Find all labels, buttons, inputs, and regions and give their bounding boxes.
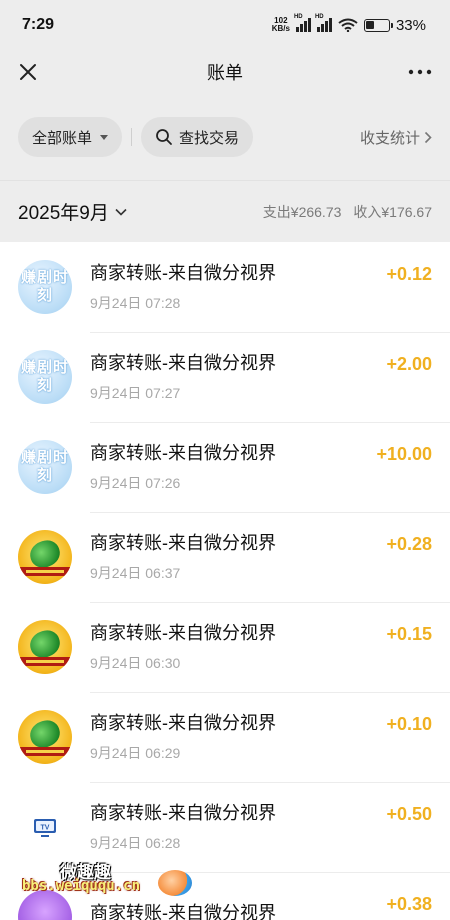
merchant-avatar: 赚剧时刻 <box>18 440 72 494</box>
transaction-time: 9月24日 07:26 <box>90 474 181 491</box>
chevron-right-icon <box>424 131 432 143</box>
svg-text:TV: TV <box>41 825 50 832</box>
search-icon <box>156 129 172 145</box>
transaction-row[interactable]: 赚剧时刻 商家转账-来自微分视界 9月24日 07:26 +10.00 <box>0 422 450 512</box>
merchant-avatar <box>18 530 72 584</box>
month-summary: 支出¥266.73 收入¥176.67 <box>263 202 432 222</box>
transaction-title: 商家转账-来自微分视界 <box>90 622 276 643</box>
page-title: 账单 <box>207 63 243 83</box>
merchant-avatar: 赚剧时刻 <box>18 350 72 404</box>
merchant-avatar-text: 赚剧时刻 <box>20 359 69 394</box>
nav-bar: 账单 <box>0 50 450 94</box>
all-bills-dropdown[interactable]: 全部账单 <box>18 117 123 157</box>
all-bills-label: 全部账单 <box>32 129 93 147</box>
signal-icon: HD <box>294 14 311 32</box>
transaction-amount: +0.28 <box>386 534 432 554</box>
banner-decoration <box>18 747 72 756</box>
transaction-title: 商家转账-来自微分视界 <box>90 262 276 283</box>
merchant-avatar-text: 赚剧时刻 <box>20 449 69 484</box>
banner-decoration <box>18 657 72 666</box>
transaction-time: 9月24日 06:29 <box>90 744 181 761</box>
close-button[interactable] <box>14 58 42 86</box>
search-label: 查找交易 <box>179 129 240 147</box>
month-selector[interactable]: 2025年9月 <box>18 198 127 225</box>
wifi-icon <box>338 18 358 32</box>
signal-icon: HD <box>315 14 332 32</box>
gem-icon <box>26 627 64 661</box>
merchant-avatar <box>18 620 72 674</box>
transaction-time: 9月24日 06:28 <box>90 834 181 851</box>
transaction-title: 商家转账-来自微分视界 <box>90 442 276 463</box>
transaction-time: 9月24日 07:28 <box>90 294 181 311</box>
transaction-info: 商家转账-来自微分视界 9月24日 07:26 <box>90 442 376 493</box>
transaction-row[interactable]: 商家转账-来自微分视界 9月24日 06:30 +0.15 <box>0 602 450 692</box>
month-label: 2025年9月 <box>18 203 109 224</box>
network-speed-unit: KB/s <box>271 24 290 33</box>
tv-icon: TV <box>18 800 72 854</box>
transaction-info: 商家转账-来自微分视界 <box>90 902 386 920</box>
network-speed: 102 KB/s <box>272 17 290 33</box>
transaction-title: 商家转账-来自微分视界 <box>90 532 276 553</box>
transaction-info: 商家转账-来自微分视界 9月24日 06:28 <box>90 802 386 853</box>
transaction-row[interactable]: 商家转账-来自微分视界 +0.38 <box>0 872 450 920</box>
battery-icon <box>363 18 393 32</box>
merchant-avatar: 赚剧时刻 <box>18 260 72 314</box>
filter-row: 全部账单 查找交易 收支统计 <box>0 94 450 180</box>
transaction-title: 商家转账-来自微分视界 <box>90 802 276 823</box>
transaction-row[interactable]: 赚剧时刻 商家转账-来自微分视界 9月24日 07:27 +2.00 <box>0 332 450 422</box>
caret-down-icon <box>100 134 109 140</box>
transaction-row[interactable]: 商家转账-来自微分视界 9月24日 06:37 +0.28 <box>0 512 450 602</box>
income-total: 收入¥176.67 <box>353 203 432 220</box>
merchant-avatar-text: 赚剧时刻 <box>20 269 69 304</box>
more-button[interactable] <box>406 58 434 86</box>
transaction-time: 9月24日 06:30 <box>90 654 181 671</box>
transaction-amount: +0.12 <box>386 264 432 284</box>
transaction-info: 商家转账-来自微分视界 9月24日 06:29 <box>90 712 386 763</box>
transaction-title: 商家转账-来自微分视界 <box>90 902 276 920</box>
transaction-amount: +0.50 <box>386 804 432 824</box>
status-bar: 7:29 102 KB/s HD HD 33% <box>0 0 450 50</box>
transaction-amount: +0.15 <box>386 624 432 644</box>
transaction-info: 商家转账-来自微分视界 9月24日 07:28 <box>90 262 386 313</box>
search-transactions-button[interactable]: 查找交易 <box>141 117 254 157</box>
transaction-amount: +0.10 <box>386 714 432 734</box>
transaction-time: 9月24日 07:27 <box>90 384 181 401</box>
transaction-info: 商家转账-来自微分视界 9月24日 06:37 <box>90 532 386 583</box>
month-header: 2025年9月 支出¥266.73 收入¥176.67 <box>0 180 450 242</box>
transaction-amount: +2.00 <box>386 354 432 374</box>
stats-label: 收支统计 <box>359 129 420 147</box>
expense-total: 支出¥266.73 <box>262 203 342 220</box>
more-icon <box>408 69 432 75</box>
status-time: 7:29 <box>22 16 55 33</box>
transaction-title: 商家转账-来自微分视界 <box>90 352 276 373</box>
transaction-row[interactable]: 赚剧时刻 商家转账-来自微分视界 9月24日 07:28 +0.12 <box>0 242 450 332</box>
battery-percent: 33% <box>395 16 426 34</box>
income-expense-stats-link[interactable]: 收支统计 <box>360 127 432 148</box>
signal-hd-label: HD <box>293 14 303 20</box>
status-indicators: 102 KB/s HD HD 33% <box>272 14 426 34</box>
gem-icon <box>26 717 64 751</box>
gem-icon <box>26 537 64 571</box>
signal-hd-label: HD <box>314 14 324 20</box>
banner-decoration <box>18 567 72 576</box>
transaction-amount: +0.38 <box>386 894 432 914</box>
transaction-info: 商家转账-来自微分视界 9月24日 07:27 <box>90 352 386 403</box>
transaction-row[interactable]: TV 商家转账-来自微分视界 9月24日 06:28 +0.50 <box>0 782 450 872</box>
transaction-row[interactable]: 商家转账-来自微分视界 9月24日 06:29 +0.10 <box>0 692 450 782</box>
transaction-time: 9月24日 06:37 <box>90 564 181 581</box>
transaction-amount: +10.00 <box>376 444 432 464</box>
close-icon <box>20 64 36 80</box>
chevron-down-icon <box>115 208 127 216</box>
transaction-title: 商家转账-来自微分视界 <box>90 712 276 733</box>
divider <box>131 128 133 146</box>
merchant-avatar <box>18 710 72 764</box>
transaction-list: 赚剧时刻 商家转账-来自微分视界 9月24日 07:28 +0.12 赚剧时刻 商家转账-… <box>0 242 450 920</box>
merchant-avatar <box>18 890 72 920</box>
transaction-info: 商家转账-来自微分视界 9月24日 06:30 <box>90 622 386 673</box>
